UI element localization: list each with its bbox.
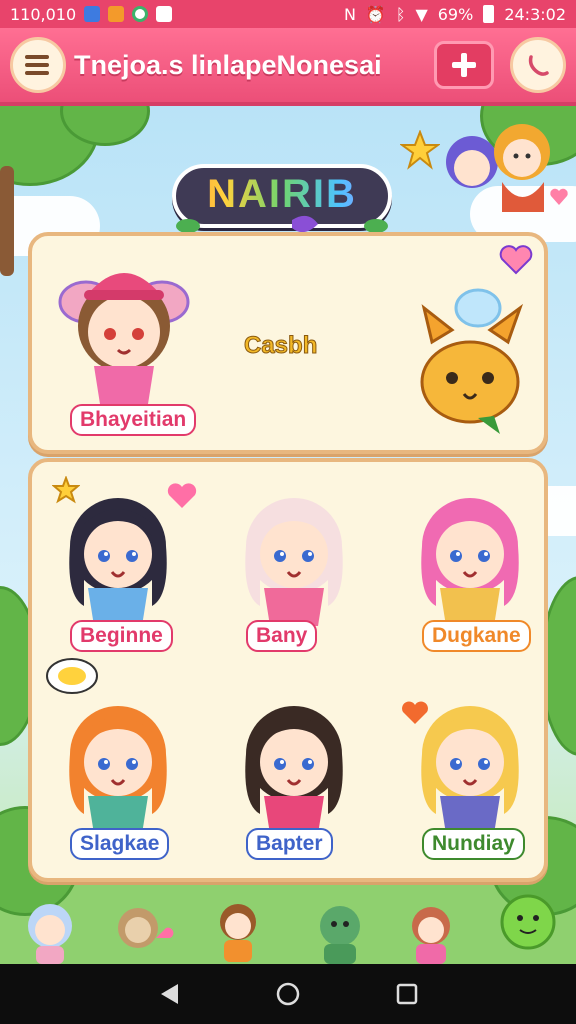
star-icon xyxy=(52,476,80,504)
app-green-icon xyxy=(132,6,149,22)
nfc-icon: N xyxy=(343,4,356,24)
battery-icon xyxy=(483,5,495,23)
character-name: Beginne xyxy=(70,620,173,652)
character-portrait xyxy=(69,706,167,834)
back-button[interactable] xyxy=(149,974,189,1014)
character-name: Bapter xyxy=(246,828,333,860)
plus-icon xyxy=(452,53,476,77)
character-portrait xyxy=(245,706,343,834)
star-icon xyxy=(400,130,440,170)
phone-icon xyxy=(528,55,549,76)
critter-icon xyxy=(412,907,450,964)
grass xyxy=(0,876,576,966)
character-portrait xyxy=(245,498,343,626)
speech-bubble-icon xyxy=(46,658,98,694)
menu-icon xyxy=(25,55,49,75)
app-header: Tnejoa.s linlapeNonesai xyxy=(0,28,576,106)
home-icon xyxy=(276,982,300,1006)
heart-icon xyxy=(167,483,197,508)
character-card[interactable]: Slagkae xyxy=(40,684,190,884)
critter-icon xyxy=(118,908,174,948)
bluetooth-icon: ᛒ xyxy=(395,4,406,24)
game-logo: NAIRIB xyxy=(168,160,396,236)
menu-button[interactable] xyxy=(10,37,66,93)
system-nav-bar xyxy=(0,964,576,1024)
app-sheet-icon xyxy=(156,6,173,22)
status-bar: 110,010 N ⏰ ᛒ ▼ 69% 24:3:02 xyxy=(0,0,576,28)
critter-icon xyxy=(220,904,256,962)
heart-icon xyxy=(499,245,533,275)
alarm-icon: ⏰ xyxy=(365,4,386,24)
add-button[interactable] xyxy=(434,41,494,89)
featured-character-name: Bhayeitian xyxy=(70,404,197,436)
call-button[interactable] xyxy=(510,37,566,93)
app-title: Tnejoa.s linlapeNonesai xyxy=(74,49,382,80)
corner-characters-icon xyxy=(446,124,550,212)
character-card[interactable]: Dugkane xyxy=(392,476,542,676)
fox-pet-icon[interactable] xyxy=(408,282,532,438)
critter-icon xyxy=(500,894,556,950)
critter-icon xyxy=(320,906,360,964)
character-name: Bany xyxy=(246,620,318,652)
featured-center-label: Casbh xyxy=(243,332,318,360)
featured-character[interactable]: Bhayeitian xyxy=(44,254,197,454)
tree-trunk xyxy=(0,166,14,276)
back-icon xyxy=(161,984,179,1004)
recents-icon xyxy=(396,983,417,1005)
recents-button[interactable] xyxy=(387,974,427,1014)
character-name: Slagkae xyxy=(70,828,170,860)
app-blue-icon xyxy=(84,6,101,22)
status-time: 24:3:02 xyxy=(504,4,566,24)
character-name: Nundiay xyxy=(422,828,525,860)
status-left-text: 110,010 xyxy=(10,4,77,24)
app-orange-icon xyxy=(108,6,125,22)
battery-text: 69% xyxy=(437,4,474,24)
wifi-icon: ▼ xyxy=(415,4,428,24)
heart-icon xyxy=(550,188,568,205)
heart-icon xyxy=(402,701,428,724)
critter-icon xyxy=(28,904,72,964)
character-card[interactable]: Bany xyxy=(216,476,366,676)
character-name: Dugkane xyxy=(422,620,531,652)
character-portrait xyxy=(421,498,519,626)
character-card[interactable]: Bapter xyxy=(216,684,366,884)
character-portrait xyxy=(58,273,190,404)
home-button[interactable] xyxy=(268,974,308,1014)
